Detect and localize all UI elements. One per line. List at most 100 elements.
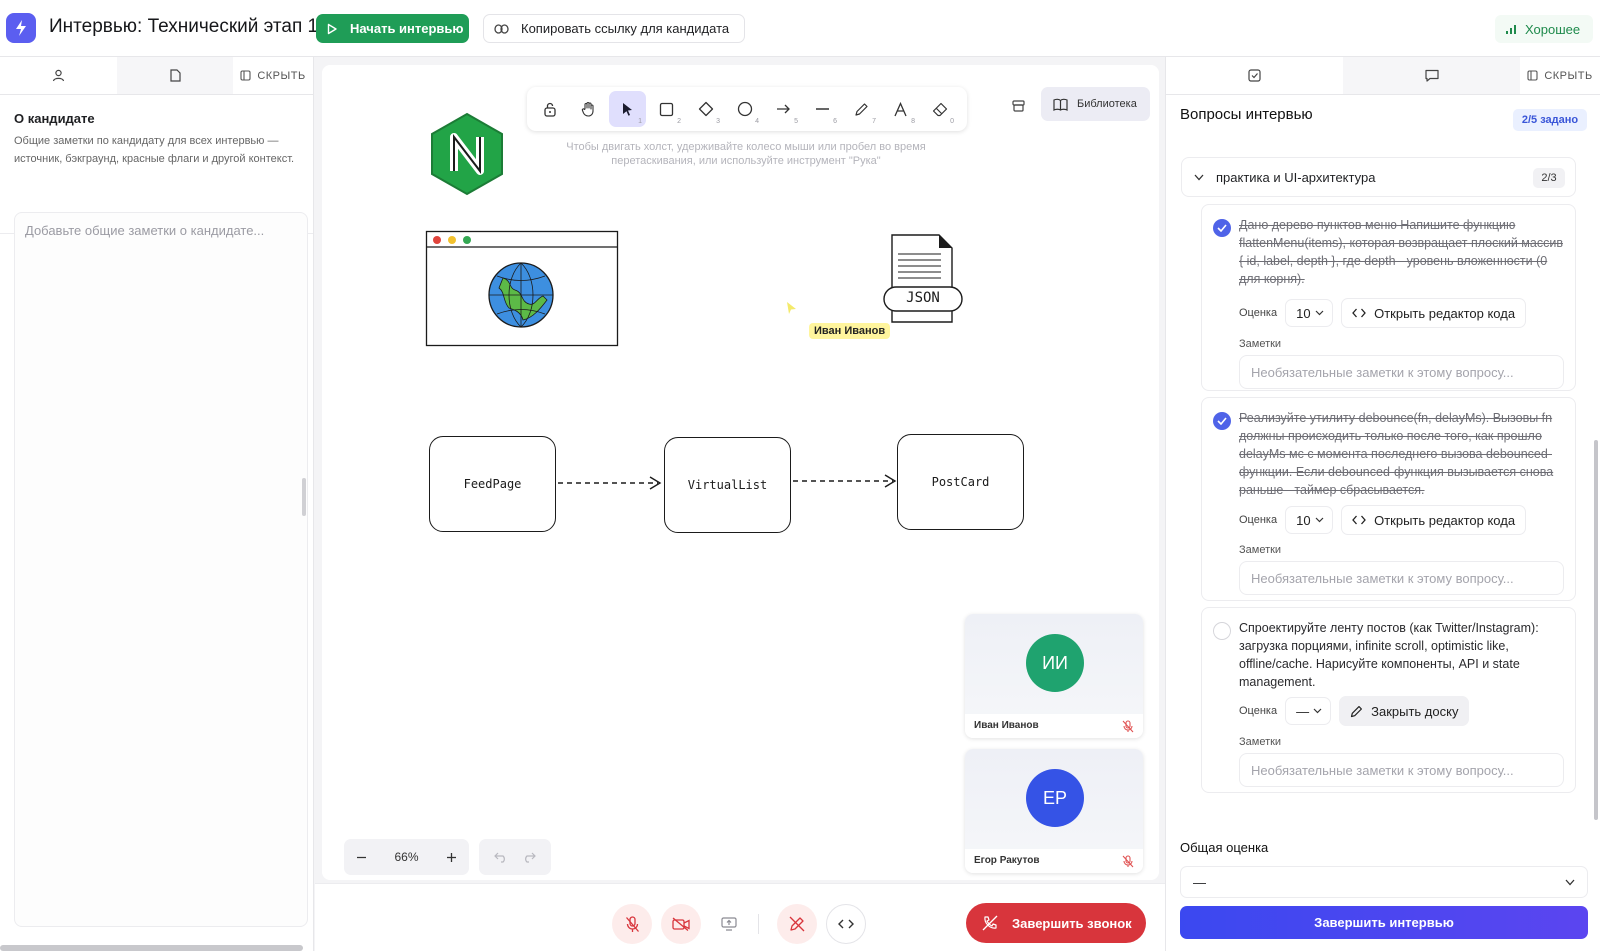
score-select[interactable]: 10 <box>1285 506 1334 534</box>
undo-button[interactable] <box>494 852 508 863</box>
checklist-icon <box>1248 69 1261 82</box>
end-call-button[interactable]: Завершить звонок <box>966 903 1146 943</box>
code-editor-button[interactable] <box>826 904 866 944</box>
tool-key: 1 <box>638 118 642 125</box>
connection-label: Хорошее <box>1525 21 1581 37</box>
play-icon <box>327 23 337 34</box>
eraser-tool[interactable]: 0 <box>921 91 958 127</box>
horizontal-scrollbar[interactable] <box>0 945 303 951</box>
question-notes-input[interactable]: Необязательные заметки к этому вопросу..… <box>1239 355 1564 389</box>
dashed-arrow[interactable] <box>791 473 901 489</box>
mute-mic-button[interactable] <box>612 904 652 944</box>
question-text: Спроектируйте ленту постов (как Twitter/… <box>1239 621 1539 689</box>
overall-score-value: — <box>1193 874 1206 890</box>
overall-score-select[interactable]: — <box>1180 866 1588 898</box>
pencil-tool[interactable]: 7 <box>843 91 880 127</box>
candidate-notes-input[interactable]: Добавьте общие заметки о кандидате... <box>14 212 308 927</box>
browser-window-icon[interactable] <box>425 230 620 348</box>
copy-link-button[interactable]: Копировать ссылку для кандидата <box>483 14 745 43</box>
mic-off-icon <box>1122 720 1134 733</box>
line-icon <box>816 108 829 110</box>
zoom-out-button[interactable] <box>356 852 367 863</box>
chevron-down-icon <box>1313 708 1322 714</box>
tool-key: 8 <box>911 118 915 125</box>
rectangle-icon <box>659 102 674 116</box>
hide-left-panel-button[interactable]: СКРЫТЬ <box>233 57 313 94</box>
open-code-editor-button[interactable]: Открыть редактор кода <box>1341 505 1527 535</box>
check-icon <box>1217 224 1227 232</box>
arrow-tool[interactable]: 5 <box>765 91 802 127</box>
left-resize-handle[interactable] <box>302 478 306 516</box>
question-card: Реализуйте утилиту debounce(fn, delayMs)… <box>1201 397 1576 601</box>
score-select[interactable]: 10 <box>1285 299 1334 327</box>
start-interview-button[interactable]: Начать интервью <box>316 14 469 43</box>
tool-key: 5 <box>794 118 798 125</box>
question-card: Спроектируйте ленту постов (как Twitter/… <box>1201 607 1576 793</box>
section-count-badge: 2/3 <box>1533 168 1565 188</box>
start-interview-label: Начать интервью <box>350 21 464 36</box>
json-document-icon[interactable] <box>881 230 966 330</box>
question-checkbox[interactable] <box>1213 219 1231 237</box>
open-code-editor-button[interactable]: Открыть редактор кода <box>1341 298 1527 328</box>
text-tool[interactable]: 8 <box>882 91 919 127</box>
score-select[interactable]: — <box>1285 697 1332 725</box>
lock-icon <box>543 102 556 117</box>
zoom-in-button[interactable] <box>446 852 457 863</box>
ellipse-tool[interactable]: 4 <box>726 91 763 127</box>
participant-tile[interactable]: ЕР Егор Ракутов <box>965 749 1143 873</box>
diagram-node-feedpage[interactable]: FeedPage <box>429 436 556 532</box>
dashed-arrow[interactable] <box>556 475 666 491</box>
score-value: — <box>1296 703 1310 719</box>
diagram-node-postcard[interactable]: PostCard <box>897 434 1024 530</box>
whiteboard-canvas[interactable]: 1 2 3 4 5 6 7 8 0 Чтобы двигать холст, у… <box>322 65 1159 880</box>
avatar: ИИ <box>1026 634 1084 692</box>
tab-candidate[interactable] <box>0 57 117 94</box>
close-board-label: Закрыть доску <box>1371 703 1459 719</box>
select-tool[interactable]: 1 <box>609 91 646 127</box>
library-button[interactable]: Библиотека <box>1041 87 1150 121</box>
question-checkbox[interactable] <box>1213 622 1231 640</box>
screen-share-button[interactable] <box>709 904 749 944</box>
redo-icon <box>525 852 536 863</box>
link-icon <box>494 23 509 34</box>
app-logo-icon[interactable] <box>6 13 36 43</box>
question-notes-input[interactable]: Необязательные заметки к этому вопросу..… <box>1239 561 1564 595</box>
lock-tool[interactable] <box>531 91 568 127</box>
vertical-scrollbar[interactable] <box>1594 440 1598 820</box>
pencil-icon <box>855 102 868 116</box>
question-checkbox[interactable] <box>1213 412 1231 430</box>
rectangle-tool[interactable]: 2 <box>648 91 685 127</box>
finish-interview-button[interactable]: Завершить интервью <box>1180 906 1588 939</box>
code-icon <box>1352 515 1366 525</box>
tab-document[interactable] <box>116 57 233 94</box>
laser-tool[interactable] <box>1006 94 1030 118</box>
nginx-logo-icon[interactable] <box>428 111 506 197</box>
about-description: Общие заметки по кандидату для всех инте… <box>14 135 295 165</box>
line-tool[interactable]: 6 <box>804 91 841 127</box>
participant-tile[interactable]: ИИ Иван Иванов <box>965 614 1143 738</box>
questions-list[interactable]: практика и UI-архитектура 2/3 Дано дерев… <box>1165 144 1600 824</box>
camera-off-button[interactable] <box>661 904 701 944</box>
diamond-tool[interactable]: 3 <box>687 91 724 127</box>
close-board-button[interactable]: Закрыть доску <box>1339 696 1470 726</box>
question-notes-input[interactable]: Необязательные заметки к этому вопросу..… <box>1239 753 1564 787</box>
ellipse-icon <box>737 101 752 117</box>
whiteboard-toggle-button[interactable] <box>777 904 817 944</box>
diagram-node-virtuallist[interactable]: VirtualList <box>664 437 791 533</box>
participant-name: Егор Ракутов <box>965 849 1143 873</box>
plus-icon <box>447 852 456 862</box>
pencil-off-icon <box>789 916 805 932</box>
question-section-header[interactable]: практика и UI-архитектура 2/3 <box>1181 157 1576 197</box>
tab-chat[interactable] <box>1343 57 1520 94</box>
hand-tool[interactable] <box>570 91 607 127</box>
signal-icon <box>1506 25 1516 34</box>
score-row: Оценка 10 Открыть редактор кода <box>1239 505 1527 535</box>
library-label: Библиотека <box>1077 98 1137 110</box>
zoom-level[interactable]: 66% <box>394 850 418 864</box>
redo-button[interactable] <box>522 852 536 863</box>
hide-right-panel-button[interactable]: СКРЫТЬ <box>1520 57 1600 94</box>
hand-icon <box>581 101 594 117</box>
panel-icon <box>240 70 251 81</box>
pencil-icon <box>1351 705 1363 717</box>
tab-questions[interactable] <box>1166 57 1343 94</box>
